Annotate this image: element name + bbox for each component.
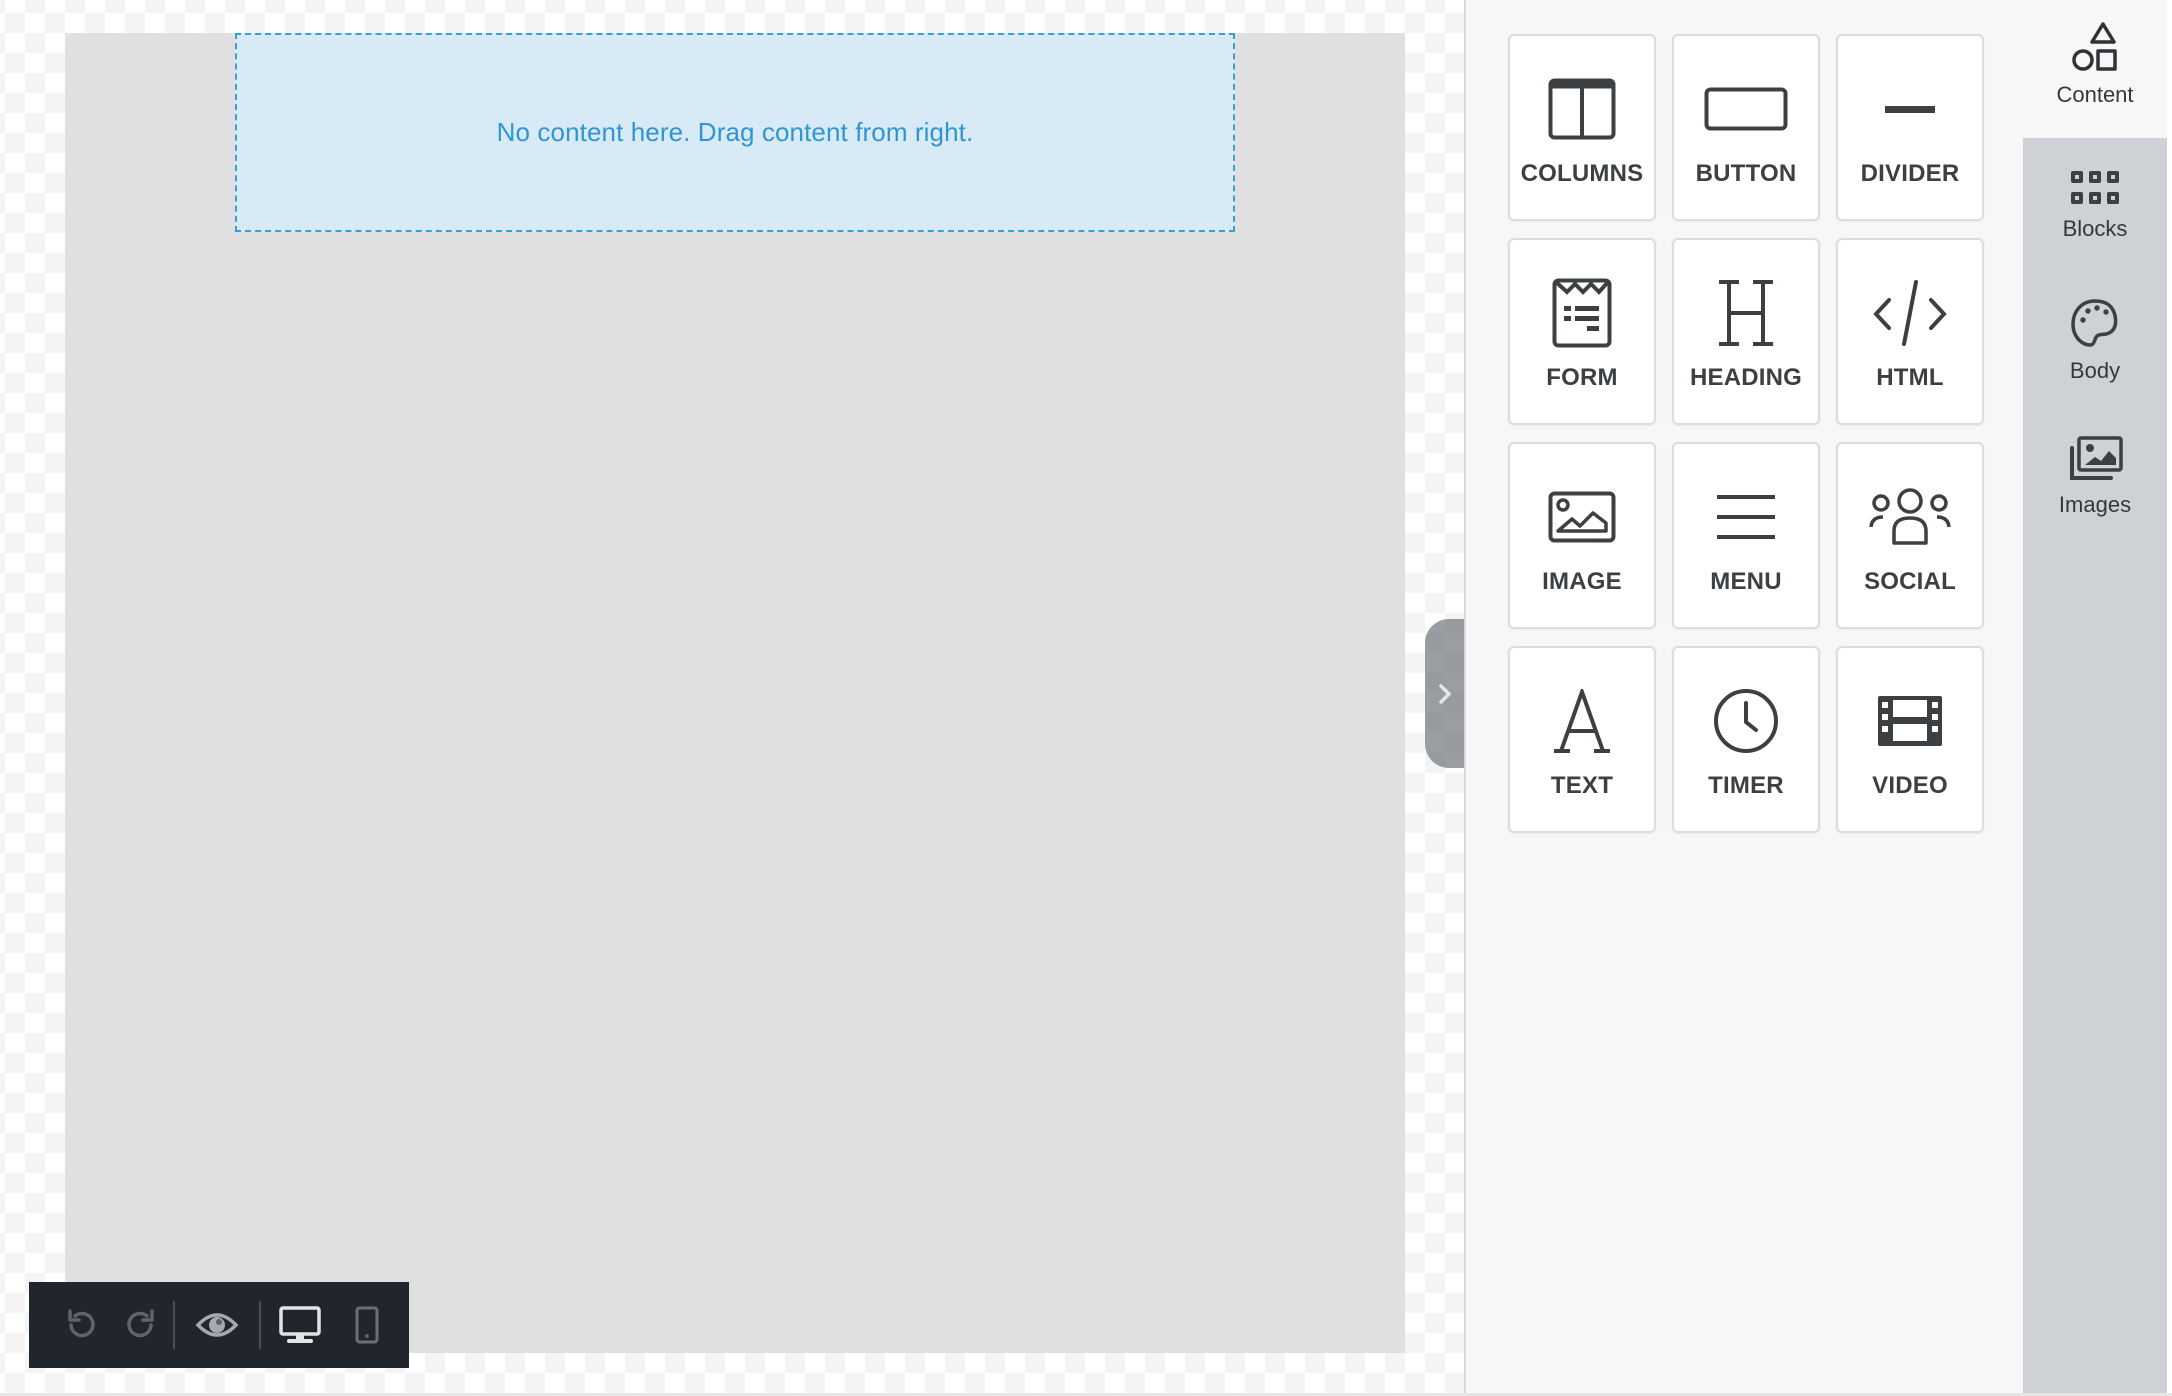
tool-menu[interactable]: MENU — [1672, 442, 1820, 629]
tool-label: VIDEO — [1872, 772, 1948, 799]
tool-label: DIVIDER — [1860, 160, 1960, 187]
menu-icon — [1717, 495, 1775, 539]
form-icon — [1552, 278, 1612, 348]
divider-icon — [1885, 106, 1935, 113]
tool-form[interactable]: FORM — [1508, 238, 1656, 425]
tool-label: TIMER — [1708, 772, 1784, 799]
desktop-view-button[interactable] — [263, 1295, 337, 1355]
tool-label: HTML — [1876, 364, 1944, 391]
empty-message: No content here. Drag content from right… — [496, 117, 974, 147]
palette-icon — [2071, 299, 2118, 347]
images-icon — [2070, 436, 2123, 480]
text-icon — [1554, 689, 1610, 753]
redo-icon — [127, 1309, 154, 1338]
tab-label: Blocks — [2062, 216, 2128, 241]
tool-label: HEADING — [1689, 364, 1803, 391]
tool-html[interactable]: HTML — [1836, 238, 1984, 425]
tab-label: Content — [2056, 82, 2134, 107]
editor-area: No content here. Drag content from right… — [0, 0, 1464, 1393]
tool-button[interactable]: BUTTON — [1672, 34, 1820, 221]
bottom-toolbar — [29, 1282, 409, 1368]
tab-content[interactable]: Content — [2023, 0, 2167, 138]
mobile-view-button[interactable] — [337, 1295, 397, 1355]
shapes-icon — [2072, 22, 2117, 71]
columns-icon — [1548, 78, 1616, 140]
tool-label: SOCIAL — [1864, 568, 1956, 595]
toolbar-separator — [259, 1301, 261, 1349]
tool-label: TEXT — [1550, 772, 1614, 799]
tool-label: COLUMNS — [1520, 160, 1644, 187]
tab-blocks[interactable]: Blocks — [2023, 138, 2167, 276]
email-canvas: No content here. Drag content from right… — [65, 33, 1405, 1353]
tab-label: Images — [2058, 492, 2132, 517]
mobile-icon — [355, 1306, 379, 1344]
image-icon — [1548, 491, 1616, 543]
film-icon — [1878, 696, 1942, 746]
tool-image[interactable]: IMAGE — [1508, 442, 1656, 629]
heading-icon — [1719, 280, 1773, 346]
tool-text[interactable]: TEXT — [1508, 646, 1656, 833]
tool-label: IMAGE — [1542, 568, 1622, 595]
blocks-icon — [2071, 171, 2119, 204]
side-tabs: Content Blocks Body Images — [2023, 0, 2167, 1393]
content-tools-grid: COLUMNS BUTTON DIVIDER FORM HEADING HTML… — [1508, 34, 1984, 833]
drop-zone[interactable]: No content here. Drag content from right… — [235, 33, 1235, 232]
eye-icon — [195, 1313, 239, 1337]
tool-columns[interactable]: COLUMNS — [1508, 34, 1656, 221]
tab-body[interactable]: Body — [2023, 276, 2167, 414]
chevron-right-icon — [1438, 683, 1451, 704]
desktop-icon — [279, 1306, 321, 1343]
redo-button[interactable] — [111, 1295, 171, 1355]
tool-label: FORM — [1546, 364, 1618, 391]
tool-timer[interactable]: TIMER — [1672, 646, 1820, 833]
tool-video[interactable]: VIDEO — [1836, 646, 1984, 833]
preview-button[interactable] — [177, 1295, 257, 1355]
button-icon — [1704, 87, 1788, 131]
tool-social[interactable]: SOCIAL — [1836, 442, 1984, 629]
tab-images[interactable]: Images — [2023, 414, 2167, 552]
panel-collapse-handle[interactable] — [1425, 619, 1464, 768]
tool-heading[interactable]: HEADING — [1672, 238, 1820, 425]
tool-divider[interactable]: DIVIDER — [1836, 34, 1984, 221]
content-panel: COLUMNS BUTTON DIVIDER FORM HEADING HTML… — [1464, 0, 2023, 1393]
toolbar-separator — [173, 1301, 175, 1349]
undo-icon — [68, 1309, 95, 1338]
social-icon — [1869, 488, 1951, 545]
code-icon — [1873, 280, 1947, 346]
tool-label: BUTTON — [1695, 160, 1797, 187]
undo-button[interactable] — [51, 1295, 111, 1355]
clock-icon — [1714, 689, 1778, 753]
tool-label: MENU — [1710, 568, 1782, 595]
tab-label: Body — [2069, 358, 2121, 383]
